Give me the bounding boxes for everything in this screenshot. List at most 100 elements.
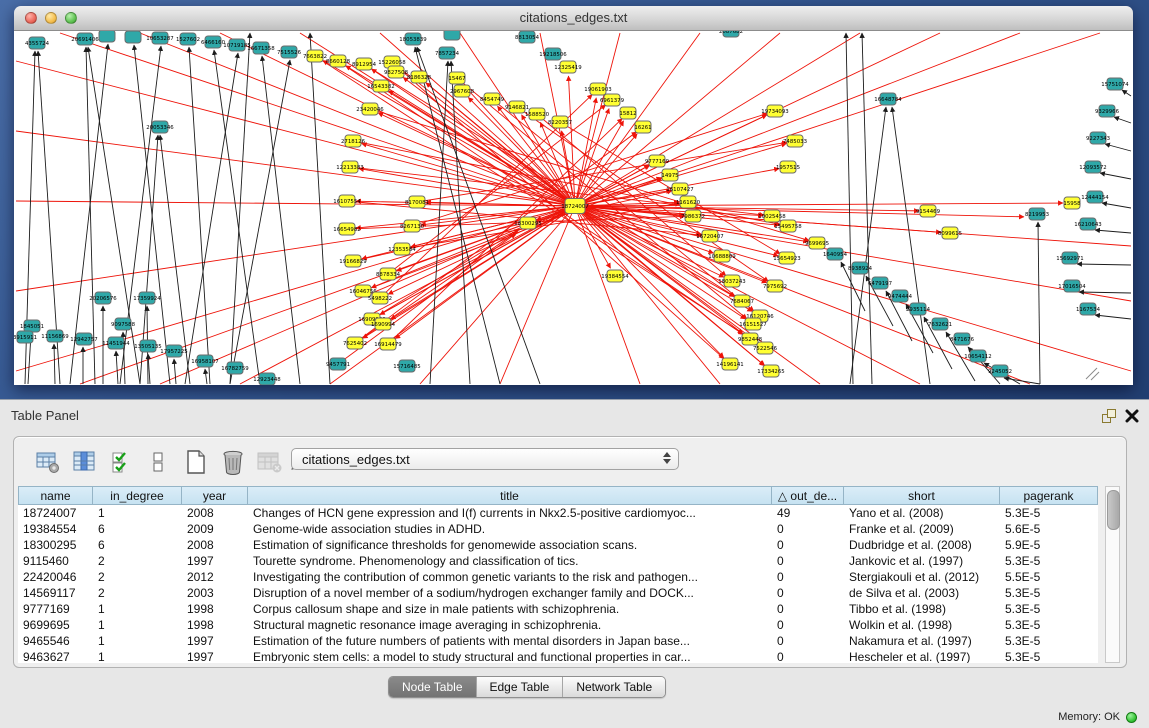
graph-node[interactable]: 14196141 [716, 358, 743, 370]
graph-node[interactable]: 19166829 [339, 255, 367, 267]
close-window-icon[interactable] [25, 12, 37, 24]
graph-node[interactable]: 2087682 [719, 31, 743, 37]
graph-node[interactable]: 7522546 [753, 342, 778, 354]
graph-node[interactable]: 7663822 [303, 50, 327, 62]
graph-node[interactable]: 15467 [448, 72, 465, 84]
graph-node[interactable]: 8813054 [515, 31, 540, 43]
graph-node[interactable]: 9227343 [1086, 132, 1110, 144]
graph-node[interactable]: 6961379 [600, 94, 625, 106]
graph-node[interactable]: 17334265 [757, 365, 784, 377]
graph-node[interactable]: 9474444 [888, 290, 913, 302]
tab-edge-table[interactable]: Edge Table [476, 677, 563, 697]
column-header-year[interactable]: year [182, 486, 248, 505]
table-row[interactable]: 946554611997Estimation of the future num… [18, 633, 1098, 649]
graph-node[interactable]: 2967608 [450, 85, 475, 97]
graph-node[interactable]: 20691406 [71, 33, 99, 45]
graph-node[interactable]: 15716485 [393, 360, 420, 372]
cells-icon[interactable] [145, 448, 173, 476]
graph-node[interactable]: 16782759 [221, 362, 249, 374]
graph-node[interactable]: 4355724 [25, 37, 50, 49]
graph-node[interactable]: 1588520 [525, 108, 550, 120]
graph-node[interactable] [125, 31, 141, 43]
graph-node[interactable]: 15654923 [773, 252, 800, 264]
window-titlebar[interactable]: citations_edges.txt [14, 6, 1133, 31]
graph-node[interactable]: 12444154 [1081, 191, 1109, 203]
graph-node[interactable]: 9777169 [645, 155, 670, 167]
graph-node[interactable]: 1640954 [823, 248, 848, 260]
graph-node[interactable]: 16648784 [874, 93, 902, 105]
graph-node[interactable]: 16914479 [374, 338, 402, 350]
table-row[interactable]: 969969511998Structural magnetic resonanc… [18, 617, 1098, 633]
float-window-icon[interactable] [1100, 407, 1118, 430]
graph-node[interactable]: 8099615 [938, 227, 962, 239]
graph-node[interactable]: 7632621 [928, 318, 952, 330]
graph-node[interactable]: 8170081 [405, 196, 429, 208]
graph-node[interactable]: 9699695 [805, 237, 829, 249]
graph-node[interactable]: 2935114 [906, 303, 931, 315]
graph-node[interactable]: 16210643 [1074, 218, 1101, 230]
vertical-scrollbar[interactable] [1105, 486, 1120, 663]
graph-node[interactable]: 2718126 [341, 135, 366, 147]
table-row[interactable]: 977716911998Corpus callosum shape and si… [18, 601, 1098, 617]
graph-node[interactable]: 7625402 [343, 337, 367, 349]
graph-node[interactable]: 8219953 [1025, 208, 1049, 220]
table-selector-dropdown[interactable]: citations_edges.txt [291, 448, 679, 470]
graph-node[interactable]: 1957515 [776, 161, 800, 173]
graph-node[interactable]: 8471676 [950, 333, 975, 345]
table-row[interactable]: 2242004622012Investigating the contribut… [18, 569, 1098, 585]
graph-node[interactable]: 1161620 [676, 196, 701, 208]
graph-node[interactable]: 18053839 [399, 33, 427, 45]
graph-node[interactable]: 15812 [619, 107, 636, 119]
column-header-name[interactable]: name [18, 486, 93, 505]
table-row[interactable]: 1456911722003Disruption of a novel membe… [18, 585, 1098, 601]
table-row[interactable]: 911546021997Tourette syndrome. Phenomeno… [18, 553, 1098, 569]
graph-node[interactable]: 19384554 [601, 270, 629, 282]
minimize-window-icon[interactable] [45, 12, 57, 24]
graph-node[interactable]: 20206576 [89, 292, 117, 304]
citation-network-graph[interactable]: 1872400718300295435572420691406106532871… [14, 31, 1133, 385]
graph-node[interactable]: 12325419 [554, 61, 582, 73]
graph-node[interactable]: 16261 [634, 121, 651, 133]
graph-node[interactable]: 15751074 [1101, 78, 1129, 90]
graph-node[interactable]: 9329966 [1095, 105, 1120, 117]
graph-node[interactable]: 16107554 [333, 195, 361, 207]
graph-node[interactable]: 6466160 [201, 36, 226, 48]
column-header-title[interactable]: title [248, 486, 772, 505]
delete-columns-icon[interactable] [219, 448, 247, 476]
column-header-in_degree[interactable]: in_degree [93, 486, 182, 505]
graph-node[interactable]: 19061903 [584, 83, 611, 95]
graph-node[interactable]: 15692971 [1056, 252, 1083, 264]
select-all-icon[interactable] [108, 448, 136, 476]
graph-node[interactable]: 17016504 [1058, 280, 1086, 292]
column-header-short[interactable]: short [844, 486, 1000, 505]
graph-node[interactable]: 13505135 [134, 340, 161, 352]
graph-node[interactable]: 9154469 [916, 205, 941, 217]
graph-node[interactable]: 15958 [1063, 197, 1081, 209]
graph-node[interactable]: 10653287 [146, 32, 173, 44]
graph-node[interactable]: 16671358 [247, 42, 275, 54]
graph-node[interactable]: 3915911 [14, 331, 37, 343]
graph-node[interactable]: 16654982 [333, 223, 360, 235]
tab-node-table[interactable]: Node Table [389, 677, 476, 697]
scrollbar-thumb[interactable] [1107, 490, 1120, 530]
table-row[interactable]: 1938455462009Genome-wide association stu… [18, 521, 1098, 537]
table-settings-icon[interactable] [34, 448, 62, 476]
graph-node[interactable]: 7515526 [277, 46, 302, 58]
graph-node[interactable]: 1527602 [176, 33, 200, 45]
new-table-icon[interactable] [182, 448, 210, 476]
show-columns-icon[interactable] [71, 448, 99, 476]
graph-node[interactable]: 1845051 [20, 320, 44, 332]
resize-grip-icon[interactable] [1086, 368, 1099, 380]
graph-node[interactable]: 7485033 [783, 135, 807, 147]
table-row[interactable]: 946362711997Embryonic stem cells: a mode… [18, 649, 1098, 663]
graph-node[interactable]: 12213383 [336, 161, 363, 173]
graph-node[interactable]: 1167534 [1076, 303, 1101, 315]
graph-node[interactable]: 9457791 [326, 358, 350, 370]
graph-node[interactable]: 14975 [661, 169, 678, 181]
graph-node[interactable] [99, 31, 115, 42]
zoom-window-icon[interactable] [65, 12, 77, 24]
network-view[interactable]: 1872400718300295435572420691406106532871… [14, 31, 1133, 385]
graph-node[interactable] [444, 31, 460, 40]
graph-node[interactable]: 16720407 [696, 230, 723, 242]
graph-node[interactable]: 17359924 [133, 292, 161, 304]
